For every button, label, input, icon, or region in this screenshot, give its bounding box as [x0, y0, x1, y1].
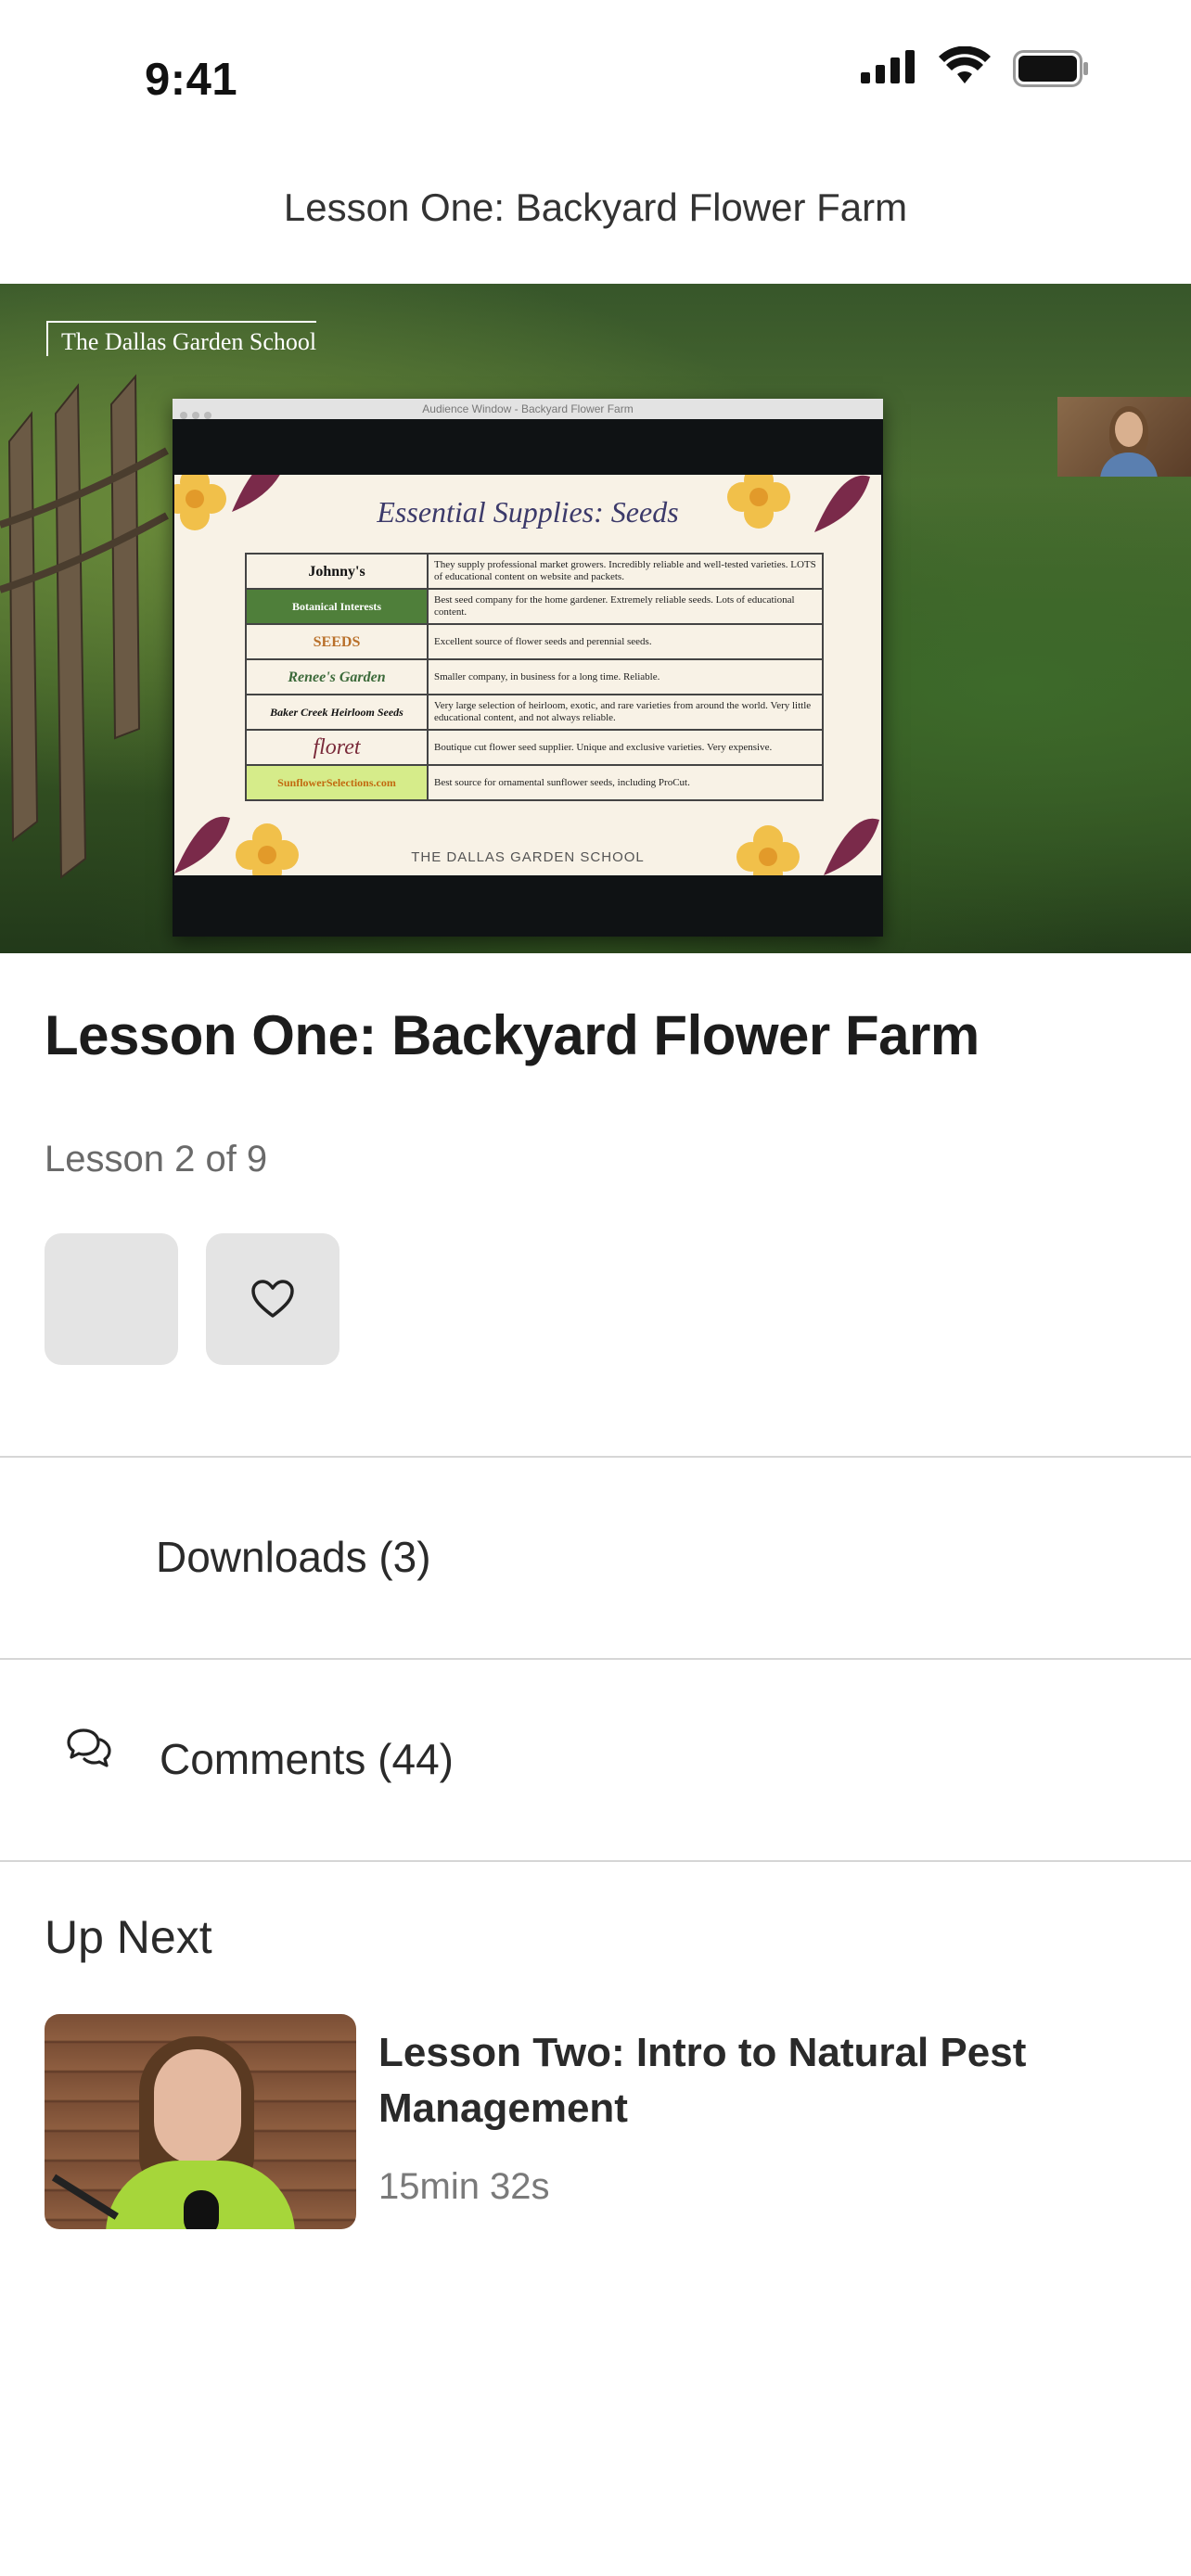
description-cell: They supply professional market growers.…: [427, 553, 824, 590]
table-row: Botanical Interests Best seed company fo…: [245, 588, 824, 625]
lesson-progress: Lesson 2 of 9: [45, 1139, 268, 1180]
lesson-title: Lesson One: Backyard Flower Farm: [45, 1004, 980, 1066]
up-next-thumbnail[interactable]: [45, 2014, 356, 2229]
brand-cell: floret: [245, 729, 429, 766]
table-row: floret Boutique cut flower seed supplier…: [245, 729, 824, 766]
description-cell: Best seed company for the home gardener.…: [427, 588, 824, 625]
description-cell: Excellent source of flower seeds and per…: [427, 623, 824, 660]
brand-cell: Johnny's: [245, 553, 429, 590]
status-time: 9:41: [145, 55, 238, 105]
battery-icon: [1013, 50, 1088, 87]
leaf-decoration: [824, 818, 879, 875]
video-watermark: The Dallas Garden School: [46, 321, 317, 356]
slide-title: Essential Supplies: Seeds: [377, 495, 679, 529]
flower-decoration: [736, 825, 800, 875]
seed-supplier-table: Johnny's They supply professional market…: [245, 553, 824, 801]
up-next-duration: 15min 32s: [378, 2166, 550, 2207]
description-cell: Smaller company, in business for a long …: [427, 658, 824, 695]
favorite-button[interactable]: [206, 1233, 339, 1365]
comments-label: Comments (44): [160, 1735, 454, 1783]
presentation-slide: Essential Supplies: Seeds Johnny's They …: [174, 475, 881, 875]
download-icon: [61, 1536, 108, 1582]
brand-cell: Baker Creek Heirloom Seeds: [245, 694, 429, 731]
flower-decoration: [236, 823, 299, 875]
table-row: SEEDS Excellent source of flower seeds a…: [245, 623, 824, 660]
cellular-signal-icon: [861, 50, 915, 83]
comments-icon: [67, 1728, 111, 1767]
heart-icon: [251, 1280, 294, 1318]
up-next-title[interactable]: Lesson Two: Intro to Natural Pest Manage…: [378, 2025, 1139, 2136]
brand-cell: SEEDS: [245, 623, 429, 660]
table-row: SunflowerSelections.com Best source for …: [245, 764, 824, 801]
presentation-titlebar: Audience Window - Backyard Flower Farm: [173, 399, 883, 419]
presentation-window-title: Audience Window - Backyard Flower Farm: [422, 402, 634, 415]
brand-cell: Botanical Interests: [245, 588, 429, 625]
table-row: Renee's Garden Smaller company, in busin…: [245, 658, 824, 695]
presenter-webcam: [1057, 397, 1191, 477]
status-bar: 9:41: [0, 0, 1191, 139]
brand-cell: SunflowerSelections.com: [245, 764, 429, 801]
brand-cell: Renee's Garden: [245, 658, 429, 695]
slide-footer: THE DALLAS GARDEN SCHOOL: [411, 849, 645, 865]
table-row: Johnny's They supply professional market…: [245, 553, 824, 590]
description-cell: Best source for ornamental sunflower see…: [427, 764, 824, 801]
presentation-window: Audience Window - Backyard Flower Farm E…: [173, 399, 883, 937]
description-cell: Boutique cut flower seed supplier. Uniqu…: [427, 729, 824, 766]
table-row: Baker Creek Heirloom Seeds Very large se…: [245, 694, 824, 731]
wifi-icon: [939, 46, 991, 83]
nav-title: Lesson One: Backyard Flower Farm: [283, 185, 908, 229]
lesson-action-button[interactable]: [45, 1233, 178, 1365]
description-cell: Very large selection of heirloom, exotic…: [427, 694, 824, 731]
up-next-heading: Up Next: [45, 1911, 212, 1963]
video-player[interactable]: The Dallas Garden School Audience Window…: [0, 284, 1191, 953]
fence-illustration: [0, 374, 169, 880]
divider: [0, 1860, 1191, 1862]
downloads-label: Downloads (3): [156, 1533, 431, 1581]
